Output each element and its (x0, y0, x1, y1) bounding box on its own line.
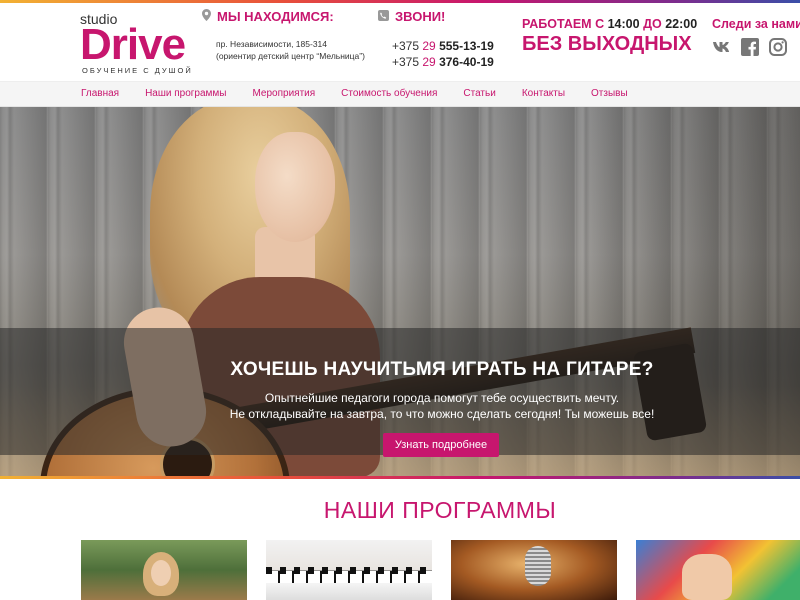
hero-subtitle-line2: Не откладывайте на завтра, то что можно … (229, 407, 655, 421)
social-title: Следи за нами: (712, 17, 800, 31)
phone-icon (378, 9, 389, 24)
call-title: ЗВОНИ! (395, 9, 446, 24)
logo-name: Drive (80, 20, 186, 69)
nav-item-events[interactable]: Мероприятия (252, 88, 315, 99)
header: studio Drive ОБУЧЕНИЕ С ДУШОЙ МЫ НАХОДИМ… (0, 3, 800, 81)
logo[interactable]: studio Drive ОБУЧЕНИЕ С ДУШОЙ (80, 9, 193, 75)
hours-prefix: РАБОТАЕМ С (522, 17, 605, 31)
social-block: Следи за нами: (712, 17, 800, 57)
instagram-icon[interactable] (768, 37, 788, 57)
nav-item-pricing[interactable]: Стоимость обучения (341, 88, 437, 99)
nav-item-contacts[interactable]: Контакты (522, 88, 565, 99)
call-block: ЗВОНИ! +375 29 555-13-19 +375 29 376-40-… (378, 9, 508, 70)
nav-item-programs[interactable]: Наши программы (145, 88, 226, 99)
location-address: пр. Независимости, 185-314 (216, 39, 327, 49)
phone-prefix: +375 (392, 39, 420, 53)
nav-item-articles[interactable]: Статьи (463, 88, 495, 99)
hero-title: ХОЧЕШЬ НАУЧИТЬМЯ ИГРАТЬ НА ГИТАРЕ? (230, 359, 654, 380)
location-landmark: (ориентир детский центр “Мельница”) (216, 51, 365, 61)
working-hours: РАБОТАЕМ С 14:00 ДО 22:00 БЕЗ ВЫХОДНЫХ (522, 17, 702, 56)
phone-prefix: +375 (392, 55, 420, 69)
hours-from: 14:00 (607, 17, 640, 31)
main-nav: Главная Наши программы Мероприятия Стоим… (0, 81, 800, 107)
phone-number: 376-40-19 (439, 55, 494, 69)
logo-slogan: ОБУЧЕНИЕ С ДУШОЙ (82, 66, 193, 75)
phone-code: 29 (422, 55, 436, 69)
facebook-icon[interactable] (740, 37, 760, 57)
hero-subtitle-line1: Опытнейшие педагоги города помогут тебе … (264, 391, 620, 405)
phone-number-2[interactable]: +375 29 376-40-19 (392, 54, 508, 70)
nav-item-reviews[interactable]: Отзывы (591, 88, 628, 99)
location-block: МЫ НАХОДИМСЯ: пр. Независимости, 185-314… (202, 9, 372, 62)
programs-cards (81, 540, 800, 600)
program-card-painted-hands[interactable] (636, 540, 800, 600)
hours-to: 22:00 (665, 17, 698, 31)
map-pin-icon (202, 9, 211, 24)
programs-title: НАШИ ПРОГРАММЫ (323, 497, 557, 523)
program-card-guitar-girl[interactable] (81, 540, 247, 600)
phone-number-1[interactable]: +375 29 555-13-19 (392, 38, 508, 54)
hero-girl-face (255, 132, 335, 242)
program-card-microphone[interactable] (451, 540, 617, 600)
location-title: МЫ НАХОДИМСЯ: (217, 9, 334, 24)
hours-no-days-off: БЕЗ ВЫХОДНЫХ (522, 33, 692, 55)
hero-subtitle: Опытнейшие педагоги города помогут тебе … (0, 390, 800, 422)
nav-item-home[interactable]: Главная (81, 88, 119, 99)
hours-mid: ДО (643, 17, 662, 31)
learn-more-button[interactable]: Узнать подробнее (383, 433, 499, 457)
vk-icon[interactable] (712, 37, 732, 57)
phone-code: 29 (422, 39, 436, 53)
bottom-color-stripe (0, 476, 800, 479)
program-card-piano[interactable] (266, 540, 432, 600)
phone-number: 555-13-19 (439, 39, 494, 53)
